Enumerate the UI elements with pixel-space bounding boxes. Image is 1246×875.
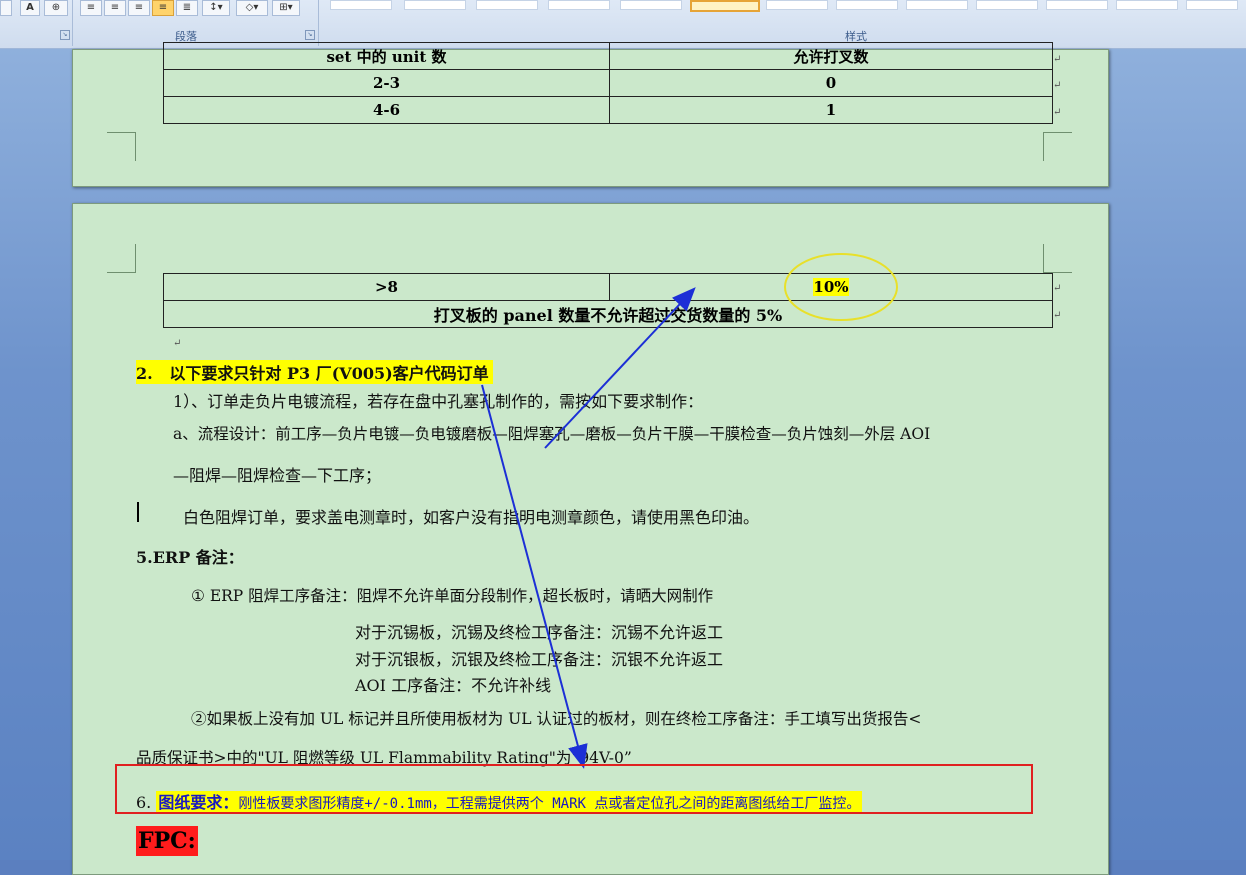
highlight-rectangle bbox=[115, 764, 1033, 814]
highlight-ellipse bbox=[784, 253, 898, 321]
annotation-arrow-up bbox=[544, 287, 696, 449]
annotation-layer bbox=[115, 253, 1033, 814]
annotation-arrow-down bbox=[481, 384, 588, 769]
